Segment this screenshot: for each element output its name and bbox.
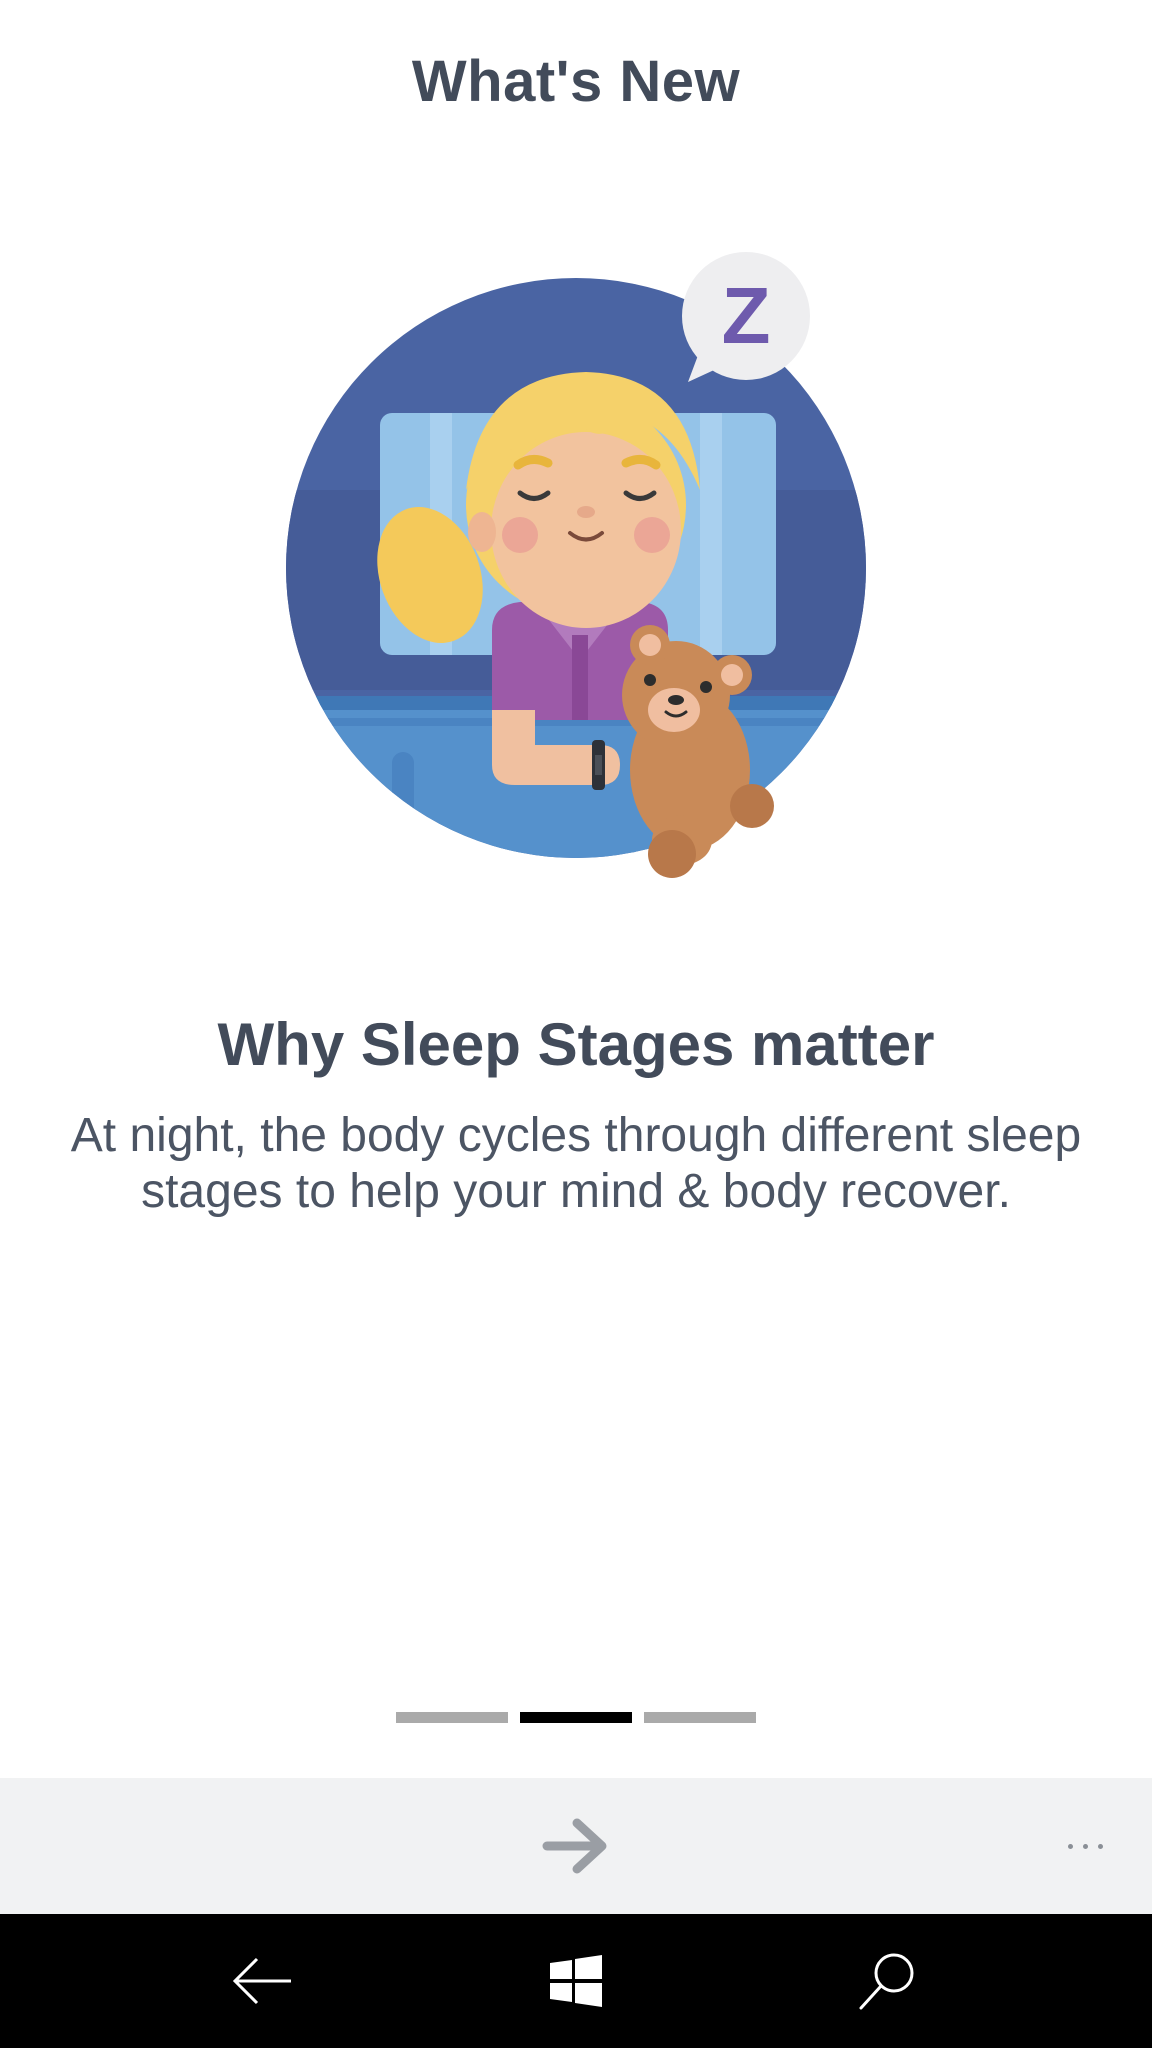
whats-new-screen: What's New Z Why Sleep Stages matter At … — [0, 0, 1152, 2048]
search-button[interactable] — [838, 1936, 938, 2026]
next-button[interactable] — [536, 1808, 616, 1884]
page-indicator — [396, 1712, 756, 1724]
page-indicator-dot-3[interactable] — [644, 1712, 756, 1723]
z-bubble-letter: Z — [722, 271, 771, 360]
app-bar — [0, 1778, 1152, 1914]
start-button[interactable] — [526, 1936, 626, 2026]
feature-headline: Why Sleep Stages matter — [217, 1011, 935, 1078]
page-indicator-dot-2-active[interactable] — [520, 1712, 632, 1723]
sleep-illustration: Z — [270, 240, 890, 880]
feature-description: At night, the body cycles through differ… — [70, 1109, 1082, 1218]
page-indicator-dot-1[interactable] — [396, 1712, 508, 1723]
search-icon — [859, 1953, 914, 2010]
more-options-icon — [1067, 1843, 1073, 1849]
windows-logo-icon — [550, 1955, 602, 2007]
more-options-button[interactable] — [1050, 1818, 1120, 1874]
back-arrow-icon — [232, 1957, 291, 2005]
system-navigation-bar — [0, 1914, 1152, 2048]
arrow-right-icon — [542, 1818, 607, 1874]
back-button[interactable] — [212, 1936, 312, 2026]
page-title: What's New — [411, 49, 741, 114]
